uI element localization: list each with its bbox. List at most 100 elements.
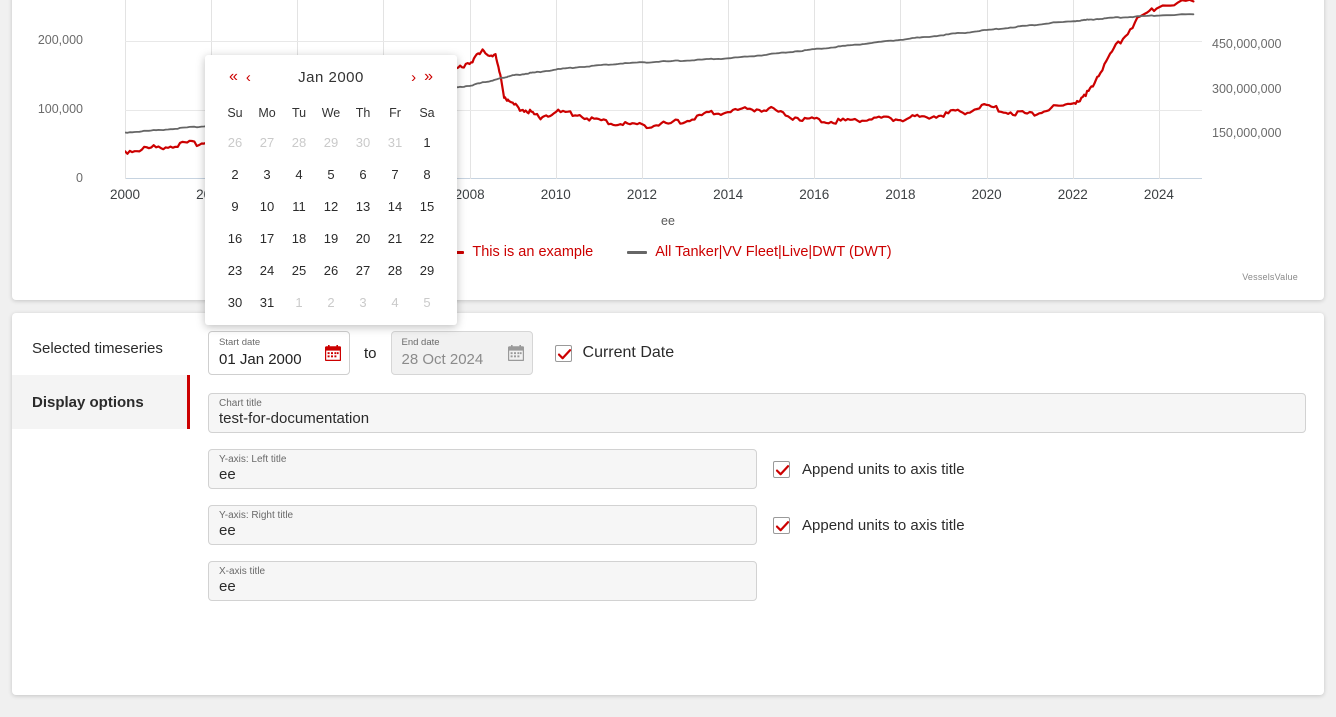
x-axis-title-field[interactable]: X-axis title ee	[208, 561, 757, 601]
calendar-day[interactable]: 4	[379, 287, 411, 319]
calendar-day[interactable]: 13	[347, 191, 379, 223]
options-tab-list: Selected timeseries Display options	[12, 313, 190, 695]
end-date-calendar-icon[interactable]	[508, 345, 524, 361]
calendar-day[interactable]: 2	[315, 287, 347, 319]
x-axis-tick-label: 2018	[885, 187, 915, 202]
calendar-weekday-header: SuMoTuWeThFrSa	[219, 99, 443, 127]
calendar-day[interactable]: 1	[283, 287, 315, 319]
calendar-day[interactable]: 25	[283, 255, 315, 287]
calendar-title[interactable]: Jan 2000	[255, 69, 407, 86]
y-axis-right-field[interactable]: Y-axis: Right title ee	[208, 505, 757, 545]
calendar-day[interactable]: 11	[283, 191, 315, 223]
calendar-day[interactable]: 9	[219, 191, 251, 223]
calendar-day[interactable]: 29	[411, 255, 443, 287]
tab-display-options[interactable]: Display options	[12, 375, 190, 429]
calendar-day[interactable]: 22	[411, 223, 443, 255]
y-axis-right-tick-label: 300,000,000	[1212, 82, 1282, 96]
calendar-day[interactable]: 27	[251, 127, 283, 159]
calendar-day[interactable]: 7	[379, 159, 411, 191]
end-date-label: End date	[402, 337, 440, 348]
y-axis-left-field-label: Y-axis: Left title	[219, 454, 286, 465]
calendar-day[interactable]: 1	[411, 127, 443, 159]
y-right-append-units-group[interactable]: Append units to axis title	[773, 517, 965, 534]
calendar-day-grid[interactable]: 2627282930311234567891011121314151617181…	[219, 127, 443, 319]
tab-selected-timeseries[interactable]: Selected timeseries	[12, 321, 190, 375]
current-date-checkbox-group[interactable]: Current Date	[555, 344, 675, 362]
calendar-day[interactable]: 15	[411, 191, 443, 223]
legend-item[interactable]: All Tanker|VV Fleet|Live|DWT (DWT)	[627, 244, 891, 260]
calendar-day[interactable]: 3	[347, 287, 379, 319]
x-axis-tick-label: 2010	[541, 187, 571, 202]
calendar-day[interactable]: 5	[315, 159, 347, 191]
y-axis-left-tick-label: 100,000	[38, 102, 83, 116]
calendar-day[interactable]: 12	[315, 191, 347, 223]
start-date-calendar-icon[interactable]	[325, 345, 341, 361]
start-date-label: Start date	[219, 337, 260, 348]
chart-title-field[interactable]: Chart title test-for-documentation	[208, 393, 1306, 433]
y-axis-left-tick-label: 0	[76, 171, 83, 185]
vesselsvalue-watermark: VesselsValue	[1242, 272, 1298, 282]
calendar-weekday: Mo	[251, 99, 283, 127]
x-axis-tick-label: 2024	[1144, 187, 1174, 202]
calendar-day[interactable]: 3	[251, 159, 283, 191]
calendar-day[interactable]: 4	[283, 159, 315, 191]
calendar-day[interactable]: 18	[283, 223, 315, 255]
legend-color-swatch	[627, 251, 647, 254]
calendar-day[interactable]: 28	[283, 127, 315, 159]
calendar-day[interactable]: 30	[219, 287, 251, 319]
y-right-append-units-checkbox[interactable]	[773, 517, 790, 534]
x-axis-title-row: X-axis title ee	[208, 561, 1306, 601]
checkmark-icon	[775, 519, 790, 534]
calendar-day[interactable]: 31	[379, 127, 411, 159]
calendar-weekday: We	[315, 99, 347, 127]
date-range-separator: to	[364, 345, 377, 362]
current-date-label: Current Date	[583, 344, 675, 362]
y-left-append-units-group[interactable]: Append units to axis title	[773, 461, 965, 478]
y-axis-left-field[interactable]: Y-axis: Left title ee	[208, 449, 757, 489]
y-axis-left-tick-label: 200,000	[38, 33, 83, 47]
display-options-panel: Start date 01 Jan 2000	[190, 313, 1324, 695]
calendar-weekday: Th	[347, 99, 379, 127]
prev-year-icon[interactable]: «	[225, 67, 242, 87]
end-date-field[interactable]: End date 28 Oct 2024	[391, 331, 533, 375]
current-date-checkbox[interactable]	[555, 345, 572, 362]
calendar-day[interactable]: 26	[315, 255, 347, 287]
calendar-day[interactable]: 17	[251, 223, 283, 255]
calendar-day[interactable]: 26	[219, 127, 251, 159]
calendar-day[interactable]: 29	[315, 127, 347, 159]
y-right-append-units-label: Append units to axis title	[802, 517, 965, 534]
x-axis-tick-label: 2020	[972, 187, 1002, 202]
next-year-icon[interactable]: »	[420, 67, 437, 87]
next-month-icon[interactable]: ›	[407, 68, 420, 87]
y-left-append-units-checkbox[interactable]	[773, 461, 790, 478]
start-date-field[interactable]: Start date 01 Jan 2000	[208, 331, 350, 375]
calendar-weekday: Su	[219, 99, 251, 127]
calendar-day[interactable]: 14	[379, 191, 411, 223]
calendar-weekday: Tu	[283, 99, 315, 127]
x-axis-tick-label: 2014	[713, 187, 743, 202]
prev-month-icon[interactable]: ‹	[242, 68, 255, 87]
calendar-day[interactable]: 19	[315, 223, 347, 255]
calendar-day[interactable]: 23	[219, 255, 251, 287]
legend-item[interactable]: This is an example	[444, 244, 593, 260]
calendar-day[interactable]: 31	[251, 287, 283, 319]
date-range-row: Start date 01 Jan 2000	[208, 331, 1306, 375]
calendar-day[interactable]: 10	[251, 191, 283, 223]
calendar-header: « ‹ Jan 2000 › »	[219, 55, 443, 99]
x-axis-tick-label: 2008	[455, 187, 485, 202]
calendar-day[interactable]: 2	[219, 159, 251, 191]
calendar-day[interactable]: 8	[411, 159, 443, 191]
chart-title-value: test-for-documentation	[219, 409, 369, 429]
calendar-day[interactable]: 5	[411, 287, 443, 319]
calendar-day[interactable]: 20	[347, 223, 379, 255]
calendar-day[interactable]: 24	[251, 255, 283, 287]
date-picker-popup[interactable]: « ‹ Jan 2000 › » SuMoTuWeThFrSa 26272829…	[205, 55, 457, 325]
calendar-day[interactable]: 28	[379, 255, 411, 287]
calendar-day[interactable]: 6	[347, 159, 379, 191]
checkmark-icon	[775, 463, 790, 478]
calendar-day[interactable]: 30	[347, 127, 379, 159]
calendar-day[interactable]: 21	[379, 223, 411, 255]
calendar-day[interactable]: 16	[219, 223, 251, 255]
tab-label: Display options	[32, 394, 144, 411]
calendar-day[interactable]: 27	[347, 255, 379, 287]
